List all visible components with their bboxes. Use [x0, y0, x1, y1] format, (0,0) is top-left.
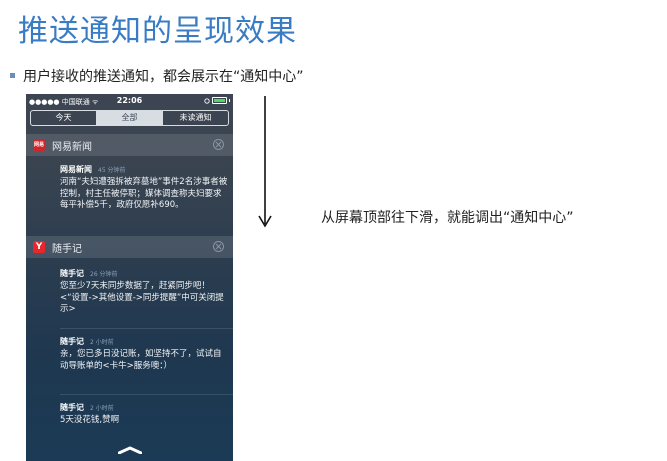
notification-divider — [60, 328, 233, 329]
clear-section-close-icon[interactable] — [213, 139, 224, 150]
app-section-header: 网易 网易新闻 — [26, 134, 233, 156]
swipe-hint-text: 从屏幕顶部往下滑，就能调出“通知中心” — [321, 210, 574, 226]
suishouji-app-icon: Y — [33, 241, 45, 253]
slide-title: 推送通知的呈现效果 — [18, 14, 297, 49]
notification-body: 河南“夫妇遭强拆被弃墓地”事件2名涉事者被控制，村主任被停职；媒体调查称夫妇要求… — [60, 177, 228, 210]
battery-tip-icon — [229, 99, 230, 102]
notification-title: 随手记 — [60, 337, 84, 346]
notification-body: 您至少7天未同步数据了，赶紧同步吧！<“设置->其他设置->同步提醒”中可关闭提… — [60, 281, 224, 314]
notification-time: 26 分钟前 — [90, 271, 118, 278]
notification-body: 5天没花钱,赞啊 — [60, 415, 120, 425]
notification-header: 随手记 2 小时前 — [60, 402, 228, 413]
clear-section-close-icon[interactable] — [213, 241, 224, 252]
notification-time: 2 小时前 — [90, 339, 114, 346]
notification-item[interactable]: 网易新闻 45 分钟前 河南“夫妇遭强拆被弃墓地”事件2名涉事者被控制，村主任被停… — [60, 164, 228, 212]
swipe-down-arrow-icon — [258, 96, 272, 228]
notification-body: 亲，您已多日没记账，如坚持不了，试试自动导账单的<卡牛>服务噢：） — [60, 349, 222, 371]
tab-unread[interactable]: 未读通知 — [163, 111, 228, 125]
app-section-name: 随手记 — [52, 244, 82, 255]
phone-screenshot: ●●●●● 中国联通 ᯤ 22:06 今天 全部 未读通知 网易 网易新闻 网易… — [26, 94, 233, 461]
tab-today[interactable]: 今天 — [31, 111, 97, 125]
notification-header: 随手记 26 分钟前 — [60, 268, 228, 279]
notification-title: 随手记 — [60, 403, 84, 412]
notification-header: 随手记 2 小时前 — [60, 336, 228, 347]
notification-title: 随手记 — [60, 269, 84, 278]
lock-rotation-icon — [204, 97, 210, 104]
grabber-handle-icon[interactable] — [118, 446, 142, 454]
app-section-header: Y 随手记 — [26, 236, 233, 258]
app-section-name: 网易新闻 — [52, 142, 92, 153]
battery-icon — [212, 97, 227, 104]
notification-time: 2 小时前 — [90, 405, 114, 412]
notification-title: 网易新闻 — [60, 165, 92, 174]
status-icons — [204, 97, 230, 104]
tab-all[interactable]: 全部 — [97, 111, 163, 125]
clock: 22:06 — [116, 96, 143, 105]
notification-item[interactable]: 随手记 2 小时前 亲，您已多日没记账，如坚持不了，试试自动导账单的<卡牛>服务噢… — [60, 336, 228, 372]
status-bar: ●●●●● 中国联通 ᯤ 22:06 — [26, 94, 233, 108]
bullet-text: 用户接收的推送通知，都会展示在“通知中心” — [23, 69, 304, 85]
bullet-square-icon — [10, 72, 15, 78]
notification-divider — [60, 394, 233, 395]
notification-header: 网易新闻 45 分钟前 — [60, 164, 228, 175]
bullet-point: 用户接收的推送通知，都会展示在“通知中心” — [10, 66, 304, 86]
notification-item[interactable]: 随手记 26 分钟前 您至少7天未同步数据了，赶紧同步吧！<“设置->其他设置->… — [60, 268, 228, 316]
notification-time: 45 分钟前 — [98, 167, 126, 174]
netease-news-app-icon: 网易 — [33, 139, 45, 151]
notification-tabs: 今天 全部 未读通知 — [30, 110, 229, 126]
notification-item[interactable]: 随手记 2 小时前 5天没花钱,赞啊 — [60, 402, 228, 427]
